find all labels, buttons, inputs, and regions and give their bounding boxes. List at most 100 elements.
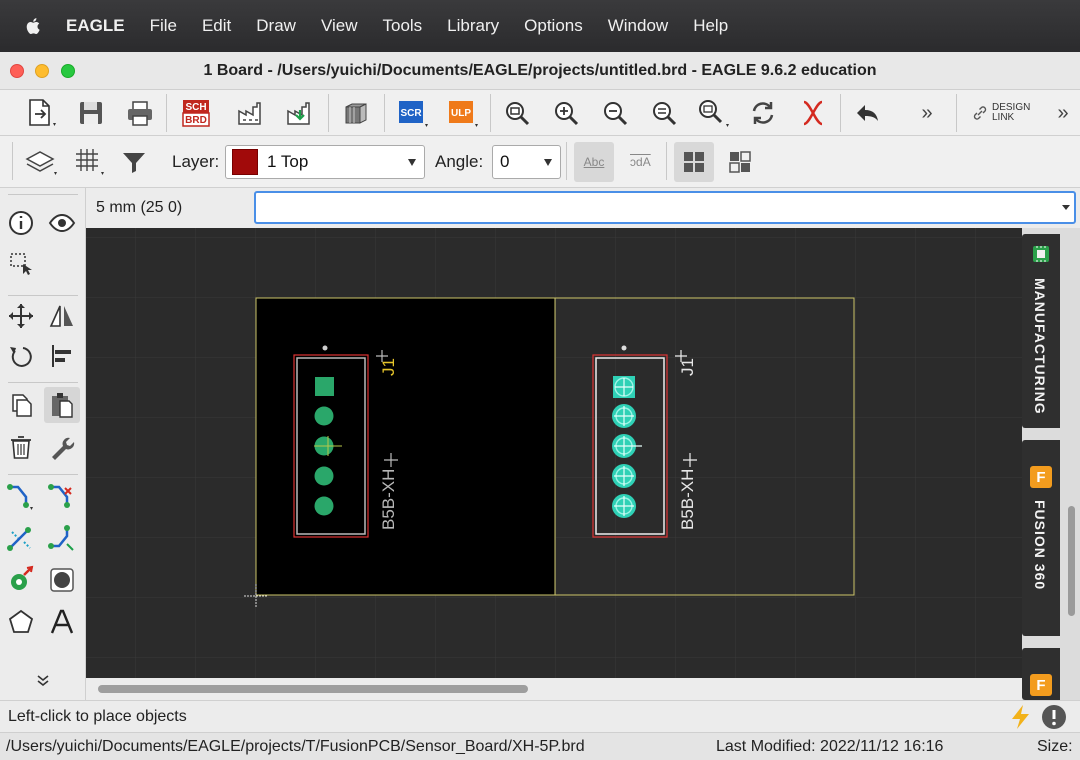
pad-square-highlighted bbox=[613, 376, 635, 398]
design-link-button[interactable]: DESIGN LINK bbox=[972, 100, 1038, 126]
library-manager-button[interactable] bbox=[337, 95, 375, 131]
pad-highlighted bbox=[612, 404, 636, 428]
title-bar: 1 Board - /Users/yuichi/Documents/EAGLE/… bbox=[0, 52, 1080, 90]
canvas-horizontal-scrollbar[interactable] bbox=[86, 678, 1022, 700]
run-ulp-button[interactable]: ULP bbox=[443, 95, 481, 131]
zoom-to-fit-button[interactable] bbox=[498, 95, 536, 131]
undo-arrow-icon bbox=[857, 105, 878, 121]
tab-fusion-360[interactable]: F FUSION 360 bbox=[1022, 440, 1060, 636]
menu-draw[interactable]: Draw bbox=[256, 16, 296, 36]
toolbar-overflow-right-button[interactable]: » bbox=[1048, 95, 1078, 131]
align-tool-button[interactable] bbox=[44, 338, 80, 374]
group-tool-button[interactable] bbox=[3, 246, 39, 282]
selection-filter-button[interactable] bbox=[115, 144, 153, 180]
menu-view[interactable]: View bbox=[321, 16, 358, 36]
chevron-down-icon[interactable] bbox=[1061, 204, 1071, 212]
layer-settings-button[interactable] bbox=[22, 144, 60, 180]
run-script-button[interactable]: SCR bbox=[393, 95, 431, 131]
zoom-select-icon bbox=[653, 102, 677, 126]
board-canvas[interactable]: J1 B5B-XH J1 B5B-XH bbox=[86, 228, 1022, 678]
print-button[interactable] bbox=[121, 95, 159, 131]
chevron-double-down-icon bbox=[37, 675, 49, 687]
stop-button[interactable] bbox=[794, 95, 832, 131]
free-orientation-button[interactable] bbox=[720, 142, 760, 182]
keep-orientation-button[interactable] bbox=[674, 142, 714, 182]
text-a-icon bbox=[50, 609, 74, 634]
zoom-area-button[interactable] bbox=[694, 95, 732, 131]
eye-icon bbox=[48, 213, 76, 233]
parameter-toolbar: Layer: 1 Top Angle: 0 Abc Abc bbox=[0, 136, 1080, 188]
scrollbar-thumb[interactable] bbox=[98, 685, 528, 693]
save-button[interactable] bbox=[72, 95, 110, 131]
layer-dropdown[interactable]: 1 Top bbox=[225, 145, 425, 179]
rotate-tool-button[interactable] bbox=[3, 338, 39, 374]
new-file-button[interactable] bbox=[22, 95, 60, 131]
tab-fusion-360-secondary[interactable]: F bbox=[1022, 648, 1060, 700]
paste-icon bbox=[52, 393, 73, 418]
command-bar: 5 mm (25 0) bbox=[86, 188, 1080, 228]
zoom-in-button[interactable] bbox=[547, 95, 585, 131]
copy-tool-button[interactable] bbox=[3, 387, 39, 423]
menu-app-name[interactable]: EAGLE bbox=[66, 16, 125, 36]
menu-window[interactable]: Window bbox=[608, 16, 668, 36]
polygon-icon bbox=[8, 609, 34, 633]
design-link-label: DESIGN LINK bbox=[992, 102, 1031, 123]
polygon-tool-button[interactable] bbox=[3, 604, 39, 640]
double-chevron-icon: » bbox=[1057, 101, 1069, 124]
part-left-value: B5B-XH bbox=[379, 469, 398, 530]
manufacturing-export-button[interactable] bbox=[281, 95, 319, 131]
hole-tool-button[interactable] bbox=[44, 562, 80, 598]
mirror-tool-button[interactable] bbox=[44, 298, 80, 334]
command-input[interactable] bbox=[254, 191, 1076, 224]
delete-tool-button[interactable] bbox=[3, 429, 39, 465]
side-panel-scrollbar[interactable] bbox=[1068, 506, 1075, 616]
zoom-area-icon bbox=[699, 100, 729, 127]
ulp-label: ULP bbox=[451, 108, 471, 119]
optimize-route-tool-button[interactable] bbox=[44, 521, 80, 557]
menu-help[interactable]: Help bbox=[693, 16, 728, 36]
last-modified: Last Modified: 2022/11/12 16:16 bbox=[716, 738, 944, 755]
filter-icon bbox=[123, 153, 145, 173]
switch-schematic-board-button[interactable]: SCH BRD bbox=[177, 95, 215, 131]
tab-manufacturing-label: MANUFACTURING bbox=[1032, 278, 1048, 415]
toolbar-overflow-button[interactable]: » bbox=[908, 95, 946, 131]
text-tool-button[interactable] bbox=[44, 604, 80, 640]
hole-icon bbox=[50, 568, 74, 592]
grid-settings-button[interactable] bbox=[71, 144, 109, 180]
zoom-select-button[interactable] bbox=[645, 95, 683, 131]
menu-edit[interactable]: Edit bbox=[202, 16, 231, 36]
apple-icon[interactable] bbox=[24, 16, 44, 36]
route-tool-button[interactable] bbox=[3, 478, 39, 514]
tab-manufacturing[interactable]: MANUFACTURING bbox=[1022, 234, 1060, 428]
menu-options[interactable]: Options bbox=[524, 16, 583, 36]
redraw-button[interactable] bbox=[744, 95, 782, 131]
menu-library[interactable]: Library bbox=[447, 16, 499, 36]
ripup-tool-button[interactable] bbox=[44, 478, 80, 514]
text-orientation-normal-button[interactable]: Abc bbox=[574, 142, 614, 182]
angle-label: Angle: bbox=[435, 152, 484, 171]
show-tool-button[interactable] bbox=[44, 205, 80, 241]
angle-dropdown[interactable]: 0 bbox=[492, 145, 561, 179]
palette-expand-button[interactable] bbox=[25, 662, 61, 698]
zoom-out-button[interactable] bbox=[596, 95, 634, 131]
paste-tool-button[interactable] bbox=[44, 387, 80, 423]
route-optimize-icon bbox=[48, 525, 74, 551]
autorouter-tool-button[interactable] bbox=[3, 521, 39, 557]
factory-download-icon bbox=[287, 102, 310, 125]
ripup-icon bbox=[48, 484, 72, 508]
menu-file[interactable]: File bbox=[150, 16, 177, 36]
cam-processor-button[interactable] bbox=[232, 95, 270, 131]
warning-icon[interactable] bbox=[1041, 704, 1067, 730]
move-tool-button[interactable] bbox=[3, 298, 39, 334]
refresh-icon bbox=[752, 102, 774, 124]
text-orientation-mirrored-button[interactable]: Abc bbox=[620, 142, 660, 182]
menu-tools[interactable]: Tools bbox=[382, 16, 422, 36]
lightning-icon[interactable] bbox=[1009, 704, 1033, 730]
change-tool-button[interactable] bbox=[44, 429, 80, 465]
info-tool-button[interactable] bbox=[3, 205, 39, 241]
rotate-icon bbox=[10, 347, 32, 367]
via-tool-button[interactable] bbox=[3, 562, 39, 598]
side-panel: MANUFACTURING F FUSION 360 F bbox=[1022, 228, 1080, 700]
undo-button[interactable] bbox=[849, 95, 887, 131]
mirror-icon bbox=[49, 305, 73, 327]
